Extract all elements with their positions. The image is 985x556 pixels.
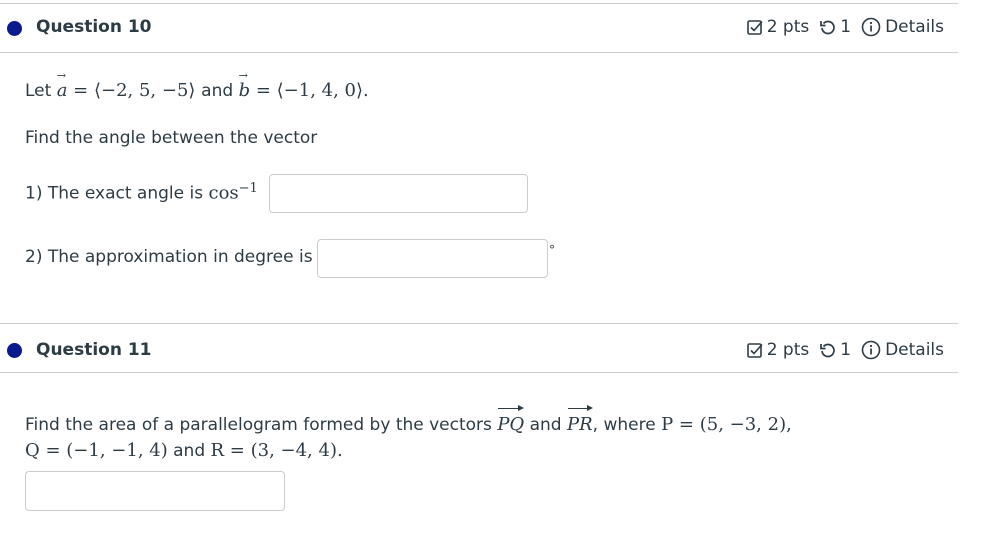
point-r-def: R = (3, −4, 4). [210, 440, 343, 461]
question-title: Question 10 [36, 17, 152, 37]
question-10-header: Question 10 2 pts 1 Details [0, 3, 958, 53]
point-q-def: Q = (−1, −1, 4) [25, 440, 168, 461]
vector-pr: PR [566, 405, 593, 435]
retry-icon [819, 342, 836, 359]
status-dot [7, 343, 22, 358]
attempts-count: 1 [840, 340, 852, 360]
question-text-line1: Find the area of a parallelogram formed … [25, 405, 792, 435]
info-icon[interactable] [861, 340, 881, 360]
vector-pr-label: PR [566, 414, 593, 435]
question-meta: 2 pts 1 Details [746, 340, 944, 360]
part1-text: 1) The exact angle is cos−1 [25, 181, 258, 204]
retry-icon [819, 19, 836, 36]
question-10: Question 10 2 pts 1 Details Let a = ⟨−2,… [0, 0, 958, 278]
info-icon[interactable] [861, 17, 881, 37]
degree-symbol: ° [549, 243, 555, 257]
question-11: Question 11 2 pts 1 Details Find the are… [0, 323, 958, 511]
vector-definition: Let a = ⟨−2, 5, −5⟩ and b = ⟨−1, 4, 0⟩. [25, 69, 369, 101]
exact-angle-input[interactable] [269, 174, 528, 213]
let-text: Let [25, 81, 52, 101]
question-prompt: Find the angle between the vector [25, 128, 318, 148]
vector-pq-label: PQ [497, 414, 525, 435]
and-text: and [529, 415, 562, 435]
points-label: 2 pts [766, 17, 810, 37]
part1-label: 1) The exact angle is [25, 183, 204, 204]
question-meta: 2 pts 1 Details [746, 17, 944, 37]
approx-degree-input[interactable] [317, 239, 548, 278]
vector-pq: PQ [497, 405, 525, 435]
cos-func: cos [208, 182, 239, 204]
vector-a-value: = ⟨−2, 5, −5⟩ [73, 80, 196, 101]
checkbox-icon [746, 19, 763, 35]
attempts-count: 1 [840, 17, 852, 37]
where-text: , where [592, 415, 656, 435]
status-dot [7, 21, 22, 36]
points-label: 2 pts [766, 340, 810, 360]
question-title: Question 11 [36, 340, 152, 360]
details-link[interactable]: Details [885, 340, 944, 360]
and-text: and [201, 81, 234, 101]
vector-b-symbol: b [239, 69, 251, 101]
vector-b-value: = ⟨−1, 4, 0⟩. [255, 80, 369, 101]
checkbox-icon [746, 342, 763, 358]
part2-text: 2) The approximation in degree is [25, 247, 313, 267]
text-intro: Find the area of a parallelogram formed … [25, 415, 492, 435]
vector-a-symbol: a [57, 69, 68, 101]
question-text-line2: Q = (−1, −1, 4) and R = (3, −4, 4). [25, 440, 343, 461]
inverse-exponent: −1 [238, 181, 258, 196]
details-link[interactable]: Details [885, 17, 944, 37]
area-answer-input[interactable] [25, 471, 285, 511]
and-text-2: and [173, 441, 206, 461]
question-11-header: Question 11 2 pts 1 Details [0, 323, 958, 373]
point-p-def: P = (5, −3, 2), [661, 414, 792, 435]
